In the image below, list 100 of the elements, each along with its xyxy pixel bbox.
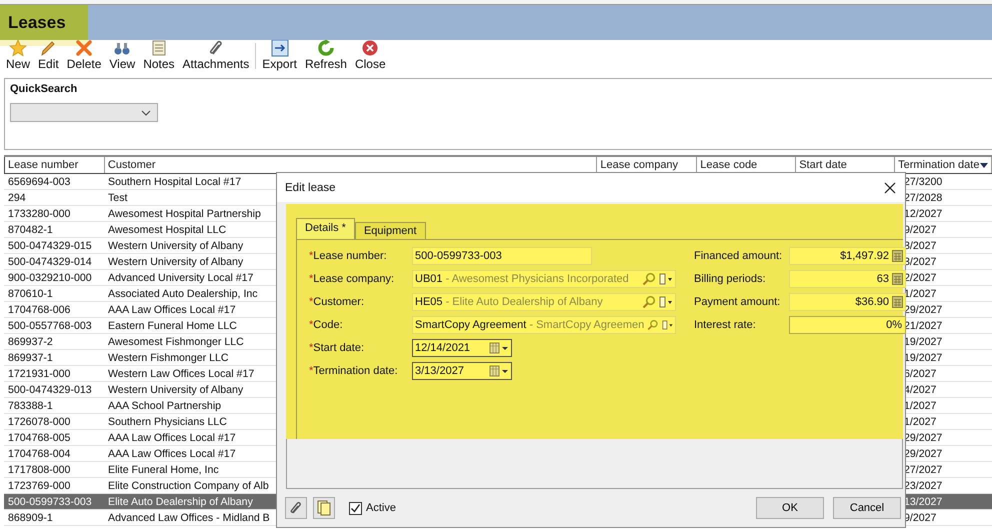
field-label: *Customer:: [309, 296, 366, 308]
dropdown-icon[interactable]: [659, 273, 673, 285]
table-cell-text: 900-0329210-000: [7, 272, 93, 284]
number-field[interactable]: 63: [789, 270, 906, 288]
toolbar-button[interactable]: Refresh: [300, 40, 351, 72]
table-cell-text: 500-0474329-015: [7, 240, 93, 252]
toolbar-button[interactable]: Export: [258, 40, 301, 72]
search-icon[interactable]: [647, 318, 659, 332]
table-cell-text: Eastern Funeral Home LLC: [107, 320, 238, 332]
number-field[interactable]: $36.90: [789, 293, 906, 311]
table-cell-text: Associated Auto Dealership, Inc: [107, 288, 259, 300]
table-cell-text: 12/2027: [904, 208, 944, 220]
dialog-button[interactable]: OK: [756, 497, 824, 519]
toolbar-button[interactable]: Edit: [34, 40, 63, 72]
number-field[interactable]: $1,497.92: [789, 247, 906, 265]
notes-button[interactable]: [313, 497, 335, 519]
tab[interactable]: Equipment: [354, 222, 426, 239]
table-cell-text: 1704768-006: [7, 304, 72, 316]
table-cell-text: AAA Law Offices Local #17: [107, 432, 237, 444]
calendar-icon[interactable]: [489, 342, 509, 354]
table-cell-text: Western University of Albany: [107, 240, 244, 252]
field-label: *Start date:: [309, 342, 366, 354]
binoculars-icon: [113, 40, 132, 57]
table-cell-text: Awesomest Hospital LLC: [107, 224, 228, 236]
table-cell-text: 868909-1: [7, 512, 54, 524]
table-cell-text: 13/2027: [904, 496, 944, 508]
field-label: Payment amount:: [694, 296, 782, 308]
document-icon: [317, 500, 331, 516]
table-cell-text: 500-0599733-003: [7, 496, 93, 508]
table-cell-text: Elite Funeral Home, Inc: [107, 464, 220, 476]
table-cell-text: 1733280-000: [7, 208, 72, 220]
column-header[interactable]: Lease number: [5, 157, 105, 173]
calendar-icon[interactable]: [489, 365, 509, 377]
table-cell-text: 870482-1: [7, 224, 54, 236]
table-cell-text: Advanced University Local #17: [107, 272, 254, 284]
toolbar-button[interactable]: Close: [350, 40, 390, 72]
table-cell-text: 500-0474329-014: [7, 256, 93, 268]
input-field[interactable]: 500-0599733-003: [412, 247, 592, 265]
toolbar-button[interactable]: Notes: [139, 40, 179, 72]
close-icon: [361, 40, 380, 57]
table-cell-text: 869937-2: [7, 336, 54, 348]
field-label: Billing periods:: [694, 273, 767, 285]
table-cell-text: Awesomest Hospital Partnership: [107, 208, 262, 220]
table-cell-text: 783388-1: [7, 400, 54, 412]
lookup-field[interactable]: UB01 - Awesomest Physicians Incorporated: [412, 270, 676, 288]
table-cell-text: 1717808-000: [7, 464, 72, 476]
window-title: Leases: [7, 12, 66, 32]
toolbar-button[interactable]: New: [2, 40, 34, 72]
notes-icon: [150, 40, 168, 57]
date-field[interactable]: 12/14/2021: [412, 339, 512, 357]
toolbar-button[interactable]: View: [105, 40, 140, 72]
field-label: *Termination date:: [309, 365, 399, 377]
close-icon[interactable]: [884, 182, 896, 194]
table-cell-text: 1/2027: [904, 288, 938, 300]
attach-button[interactable]: [285, 497, 307, 519]
dialog-title: Edit lease: [285, 182, 336, 194]
table-cell-text: 3/2027: [904, 240, 938, 252]
toolbar-button[interactable]: Attachments: [178, 40, 254, 72]
field-label: *Lease company:: [309, 273, 395, 285]
table-cell-text: 1/2027: [904, 416, 938, 428]
table-cell-text: AAA School Partnership: [107, 400, 222, 412]
checkbox[interactable]: [349, 502, 362, 514]
export-icon: [270, 40, 289, 57]
table-cell-text: AAA Law Offices Local #17: [107, 448, 237, 460]
table-cell-text: 4/2027: [904, 384, 938, 396]
table-cell-text: 3/2027: [904, 256, 938, 268]
star-icon: [9, 40, 27, 57]
table-cell-text: Western Fishmonger LLC: [107, 352, 230, 364]
field-label: *Code:: [309, 319, 344, 331]
table-cell-text: 500-0474329-013: [7, 384, 93, 396]
quicksearch-label: QuickSearch: [10, 83, 78, 95]
paperclip-icon: [289, 501, 303, 515]
dropdown-icon[interactable]: [659, 296, 673, 308]
table-cell-text: 869937-1: [7, 352, 54, 364]
table-cell-text: 870610-1: [7, 288, 54, 300]
field-label: Interest rate:: [694, 319, 757, 331]
table-cell-text: Advanced Law Offices - Midland B: [107, 512, 271, 524]
table-cell-text: 1721931-000: [7, 368, 72, 380]
table-cell-text: Southern Hospital Local #17: [107, 176, 242, 188]
date-field[interactable]: 3/13/2027: [412, 362, 512, 380]
table-cell-text: 19/2027: [904, 336, 944, 348]
table-cell-text: 1/2027: [904, 400, 938, 412]
checkbox-label: Active: [366, 502, 396, 514]
toolbar-button[interactable]: Delete: [62, 40, 106, 72]
table-cell-text: Western University of Albany: [107, 256, 244, 268]
table-cell-text: 1704768-005: [7, 432, 72, 444]
table-cell-text: Awesomest Fishmonger LLC: [107, 336, 245, 348]
field-label: Financed amount:: [694, 250, 784, 262]
table-cell-text: 1704768-004: [7, 448, 72, 460]
table-cell-text: Southern Physicians LLC: [107, 416, 228, 428]
table-cell-text: 500-0557768-003: [7, 320, 93, 332]
table-cell-text: Western University of Albany: [107, 384, 244, 396]
table-cell-text: 294: [7, 192, 27, 204]
table-cell-text: Test: [107, 192, 128, 204]
dialog-button[interactable]: Cancel: [833, 497, 901, 519]
delete-icon: [75, 40, 94, 57]
tab[interactable]: Details *: [296, 218, 355, 239]
number-field[interactable]: 0%: [789, 316, 906, 334]
lookup-field[interactable]: HE05 - Elite Auto Dealership of Albany: [412, 293, 676, 311]
lookup-field[interactable]: SmartCopy Agreement - SmartCopy Agreemen: [412, 316, 676, 334]
